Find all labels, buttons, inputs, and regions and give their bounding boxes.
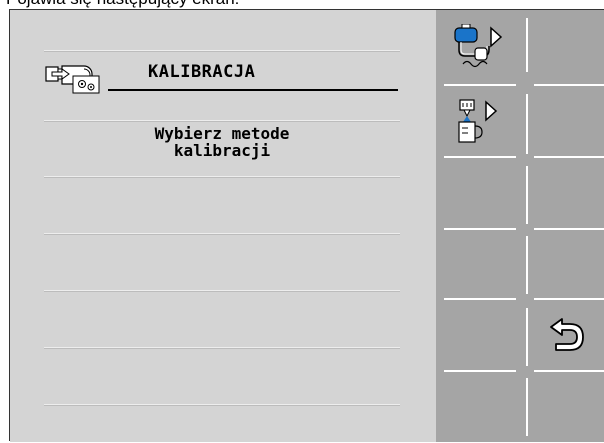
divider-line [44,50,400,52]
divider-line [44,233,400,235]
divider-line [44,347,400,349]
calibration-gears-icon [45,65,100,94]
softkey-empty[interactable] [436,158,520,229]
softkey-empty[interactable] [436,300,520,371]
content-pane: KALIBRACJA Wybierz metode kalibracji [10,10,436,442]
calibrate-tank-pump-button[interactable] [436,10,520,81]
back-button[interactable] [522,300,604,371]
tank-pump-arrow-icon [454,24,503,68]
softkey-empty[interactable] [522,158,604,229]
softkey-empty[interactable] [436,230,520,301]
divider-line [44,290,400,292]
divider-line [44,176,400,178]
back-arrow-icon [550,318,584,351]
nozzle-jug-arrow-icon [458,99,498,143]
softkey-empty[interactable] [522,10,604,81]
instruction-line: Wybierz metode [154,124,290,143]
instruction-line: kalibracji [173,141,271,160]
softkey-empty[interactable] [436,372,520,443]
title-row: KALIBRACJA [44,55,404,95]
softkey-empty[interactable] [522,86,604,157]
calibrate-nozzle-jug-button[interactable] [436,86,520,157]
instruction-message: Wybierz metode kalibracji [44,125,400,159]
page-caption: Pojawia się następujący ekran: [6,0,239,9]
page-title: KALIBRACJA [148,62,256,82]
softkey-empty[interactable] [522,372,604,443]
softkey-empty[interactable] [522,230,604,301]
softkey-bar [436,10,604,442]
title-underline [108,89,398,91]
divider-line [44,404,400,406]
terminal-screen: KALIBRACJA Wybierz metode kalibracji [9,9,604,442]
divider-line [44,120,400,122]
